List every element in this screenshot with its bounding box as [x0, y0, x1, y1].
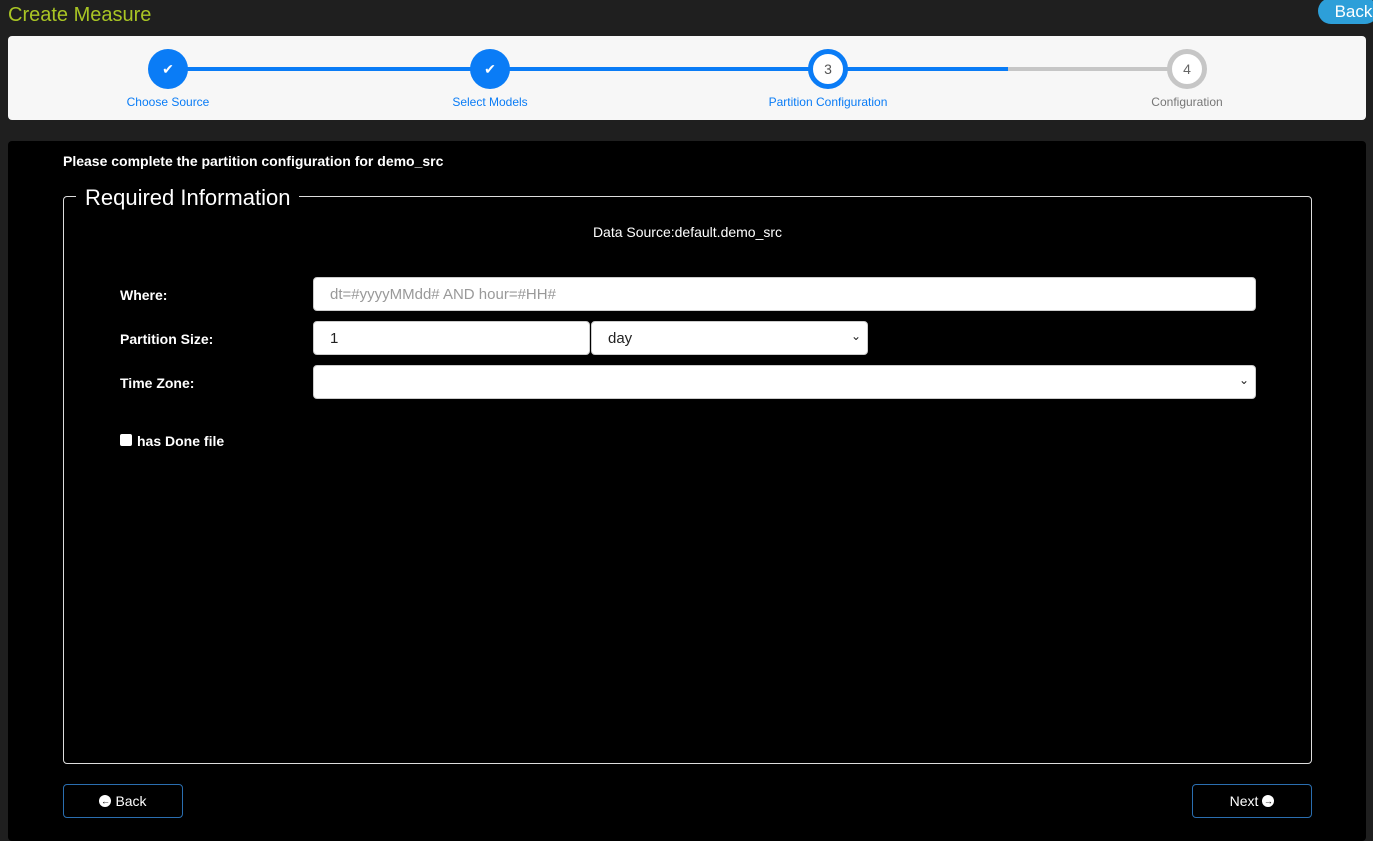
step-configuration: 4 — [1167, 49, 1207, 89]
time-zone-select[interactable]: ⌄ — [313, 365, 1256, 399]
partition-unit-value: day — [608, 330, 633, 347]
progress-line-complete — [168, 67, 1008, 71]
step-label: Select Models — [452, 95, 528, 109]
back-label: Back — [115, 793, 147, 809]
chevron-down-icon: ⌄ — [850, 329, 861, 343]
done-file-checkbox[interactable] — [120, 434, 132, 446]
step-choose-source: ✔ — [148, 49, 188, 89]
data-source-label: Data Source:default.demo_src — [592, 224, 783, 240]
intro-text: Please complete the partition configurat… — [63, 153, 444, 169]
step-number: 3 — [824, 61, 832, 77]
progress-line-remaining — [1008, 67, 1187, 71]
step-label: Partition Configuration — [768, 95, 888, 109]
arrow-right-circle-icon: → — [1262, 795, 1275, 807]
partition-unit-select[interactable]: day ⌄ — [591, 321, 868, 355]
fieldset-legend: Required Information — [76, 185, 300, 211]
check-icon: ✔ — [484, 60, 496, 77]
step-select-models: ✔ — [470, 49, 510, 89]
progress-stepper: ✔ Choose Source ✔ Select Models 3 Partit… — [8, 36, 1366, 120]
where-placeholder: dt=#yyyyMMdd# AND hour=#HH# — [330, 286, 556, 303]
where-label: Where: — [120, 287, 168, 303]
step-partition-configuration: 3 — [808, 49, 848, 89]
header-back-button[interactable]: Back — [1318, 0, 1373, 24]
chevron-down-icon: ⌄ — [1238, 373, 1249, 387]
partition-size-label: Partition Size: — [120, 331, 214, 347]
back-button[interactable]: ← Back — [63, 784, 183, 818]
page-title: Create Measure — [8, 4, 152, 26]
next-label: Next — [1229, 793, 1259, 809]
where-input[interactable]: dt=#yyyyMMdd# AND hour=#HH# — [313, 277, 1256, 311]
done-file-label: has Done file — [137, 433, 225, 449]
partition-size-input[interactable]: 1 — [313, 321, 590, 355]
required-information-fieldset: Required Information Data Source:default… — [63, 185, 1312, 764]
next-button[interactable]: Next → — [1192, 784, 1312, 818]
time-zone-label: Time Zone: — [120, 375, 195, 391]
check-icon: ✔ — [162, 60, 174, 77]
step-number: 4 — [1183, 61, 1191, 77]
step-label: Choose Source — [126, 95, 210, 109]
main-panel: Please complete the partition configurat… — [8, 141, 1366, 841]
step-label: Configuration — [1151, 95, 1223, 109]
arrow-left-circle-icon: ← — [99, 795, 112, 807]
